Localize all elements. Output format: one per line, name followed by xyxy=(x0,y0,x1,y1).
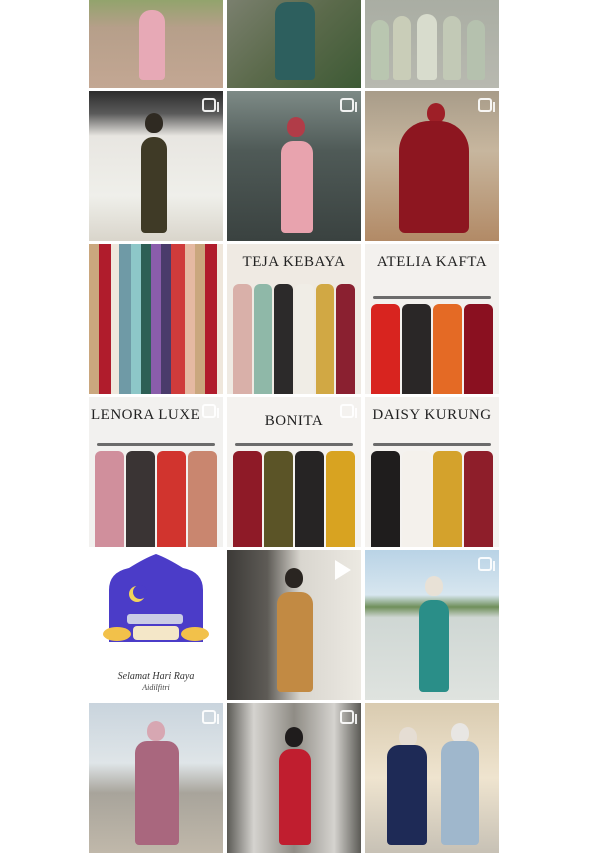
clothing-rack xyxy=(371,304,493,394)
garment xyxy=(433,451,462,547)
model-figure xyxy=(141,137,167,233)
garment xyxy=(402,304,431,394)
profile-post-grid: TEJA KEBAYA ATELIA KAFTA LENORA LUXE BON… xyxy=(89,0,507,853)
model-figure xyxy=(135,741,179,845)
clothing-rack xyxy=(95,451,217,547)
model-figure xyxy=(371,20,389,80)
greeting-subtext: Aidilfitri xyxy=(142,683,170,692)
garment xyxy=(464,451,493,547)
model-head xyxy=(145,113,163,133)
model-head xyxy=(451,723,469,743)
post-tile[interactable] xyxy=(365,91,499,241)
model-figure xyxy=(387,745,427,845)
post-tile[interactable]: TEJA KEBAYA xyxy=(227,244,361,394)
post-tile[interactable] xyxy=(89,703,223,853)
product-title: TEJA KEBAYA xyxy=(242,254,346,270)
clothing-rack xyxy=(233,284,356,394)
clothing-rack xyxy=(371,451,493,547)
model-head xyxy=(399,727,417,747)
post-tile[interactable] xyxy=(365,550,499,700)
clothing-rack xyxy=(233,451,355,547)
model-figure xyxy=(467,20,485,80)
carousel-icon xyxy=(340,710,357,724)
model-figure xyxy=(441,741,479,845)
post-tile[interactable] xyxy=(227,0,361,88)
greeting-text: Selamat Hari Raya xyxy=(117,671,195,682)
garment xyxy=(295,451,324,547)
carousel-icon xyxy=(478,98,495,112)
post-tile[interactable]: BONITA xyxy=(227,397,361,547)
post-tile[interactable]: Selamat Hari Raya Aidilfitri xyxy=(89,550,223,700)
product-title: DAISY KURUNG xyxy=(372,407,492,423)
carousel-icon xyxy=(202,710,219,724)
garment xyxy=(433,304,462,394)
carousel-icon xyxy=(340,404,357,418)
garment xyxy=(371,304,400,394)
model-figure xyxy=(281,141,313,233)
model-figure xyxy=(277,592,313,692)
post-tile[interactable] xyxy=(227,91,361,241)
model-figure xyxy=(417,14,437,80)
post-image xyxy=(89,244,223,394)
clothing-rail xyxy=(373,296,491,299)
garment xyxy=(264,451,293,547)
garment xyxy=(464,304,493,394)
model-figure xyxy=(443,16,461,80)
clothing-rail xyxy=(235,443,353,446)
post-tile[interactable] xyxy=(227,703,361,853)
carousel-icon xyxy=(202,98,219,112)
model-figure xyxy=(419,600,449,692)
garment xyxy=(371,451,400,547)
garment xyxy=(315,284,335,394)
model-figure xyxy=(393,16,411,80)
carousel-icon xyxy=(478,557,495,571)
carousel-icon xyxy=(202,404,219,418)
model-head xyxy=(285,727,303,747)
garment xyxy=(157,451,186,547)
garment xyxy=(326,451,355,547)
model-figure xyxy=(399,121,469,233)
garment xyxy=(95,451,124,547)
garment xyxy=(402,451,431,547)
model-figure xyxy=(139,10,165,80)
product-title: ATELIA KAFTA xyxy=(376,254,488,270)
model-figure xyxy=(279,749,311,845)
clothing-rail xyxy=(373,443,491,446)
carousel-icon xyxy=(340,98,357,112)
post-tile[interactable]: DAISY KURUNG xyxy=(365,397,499,547)
post-tile[interactable]: LENORA LUXE xyxy=(89,397,223,547)
garment xyxy=(336,284,356,394)
post-tile[interactable]: ATELIA KAFTA xyxy=(365,244,499,394)
model-figure xyxy=(275,2,315,80)
model-head xyxy=(147,721,165,741)
post-tile[interactable] xyxy=(227,550,361,700)
model-head xyxy=(427,103,445,123)
post-tile[interactable] xyxy=(89,91,223,241)
post-tile[interactable] xyxy=(365,0,499,88)
model-head xyxy=(425,576,443,596)
post-tile[interactable] xyxy=(365,703,499,853)
video-play-icon xyxy=(335,560,351,580)
clothing-rail xyxy=(97,443,215,446)
garment xyxy=(253,284,273,394)
garment xyxy=(126,451,155,547)
post-tile[interactable] xyxy=(89,0,223,88)
model-head xyxy=(285,568,303,588)
garment xyxy=(274,284,294,394)
post-tile[interactable] xyxy=(89,244,223,394)
garment xyxy=(188,451,217,547)
garment xyxy=(295,284,314,394)
garment xyxy=(233,284,252,394)
model-head xyxy=(287,117,305,137)
garment xyxy=(233,451,262,547)
